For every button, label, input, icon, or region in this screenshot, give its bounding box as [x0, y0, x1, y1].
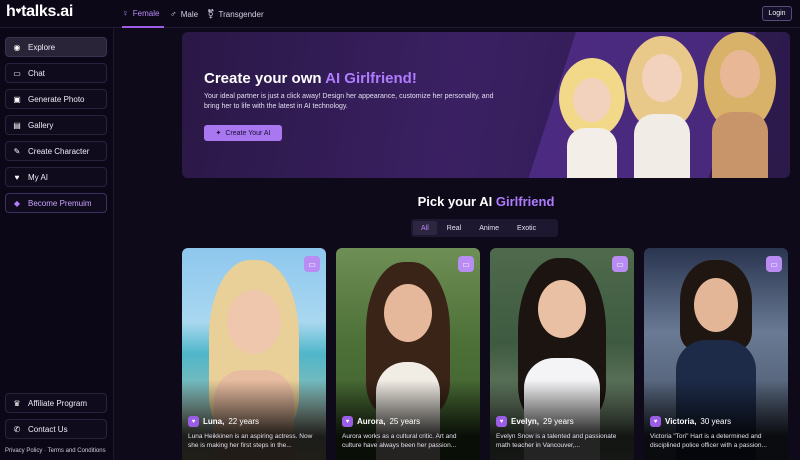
filter-anime[interactable]: Anime [471, 221, 507, 235]
sidebar-item-affiliate-program[interactable]: ♛ Affiliate Program [5, 393, 107, 413]
card-description: Evelyn Snow is a talented and passionate… [496, 433, 617, 449]
card-name-row: ♥ Aurora, 25 years [342, 416, 420, 427]
tab-male[interactable]: ♂ Male [170, 0, 198, 28]
sidebar-item-my-ai[interactable]: ♥ My AI [5, 167, 107, 187]
create-your-ai-button[interactable]: ✦ Create Your AI [204, 125, 282, 141]
edit-icon: ✎ [13, 146, 21, 156]
sidebar-item-explore[interactable]: ◉ Explore [5, 37, 107, 57]
sidebar-item-chat[interactable]: ▭ Chat [5, 63, 107, 83]
sidebar-item-contact-us[interactable]: ✆ Contact Us [5, 419, 107, 439]
character-card-victoria[interactable]: ▭ ♥ Victoria, 30 years Victoria "Tori" Ha… [644, 248, 788, 460]
chat-icon[interactable]: ▭ [766, 256, 782, 272]
badge-icon: ♥ [188, 416, 199, 427]
top-bar: h♥talks.ai ♀ Female ♂ Male ⚧ Transgender… [0, 0, 800, 28]
badge-icon: ♥ [650, 416, 661, 427]
card-name-row: ♥ Luna, 22 years [188, 416, 259, 427]
transgender-icon: ⚧ [207, 8, 215, 19]
diamond-icon: ◆ [13, 198, 21, 208]
gallery-icon: ▤ [13, 120, 21, 130]
tab-female[interactable]: ♀ Female [122, 0, 164, 28]
login-button[interactable]: Login [762, 6, 792, 21]
badge-icon: ♥ [496, 416, 507, 427]
chat-icon[interactable]: ▭ [612, 256, 628, 272]
card-name-row: ♥ Evelyn, 29 years [496, 416, 574, 427]
trophy-icon: ♛ [13, 398, 21, 408]
sidebar-item-create-character[interactable]: ✎ Create Character [5, 141, 107, 161]
hero-description: Your ideal partner is just a click away!… [204, 93, 494, 110]
brand-logo[interactable]: h♥talks.ai [6, 3, 73, 21]
footer-links[interactable]: Privacy Policy · Terms and Conditions [5, 448, 106, 454]
hero-figure-right [700, 32, 780, 178]
chat-icon[interactable]: ▭ [304, 256, 320, 272]
hero-figure-anime [557, 58, 627, 178]
chat-icon[interactable]: ▭ [458, 256, 474, 272]
sidebar: ◉ Explore ▭ Chat ▣ Generate Photo ▤ Gall… [0, 28, 114, 460]
filter-tabs: All Real Anime Exotic [411, 219, 558, 237]
card-description: Aurora works as a cultural critic. Art a… [342, 433, 457, 449]
hero-banner: Create your own AI Girlfriend! Your idea… [182, 32, 790, 178]
card-description: Victoria "Tori" Hart is a determined and… [650, 433, 767, 449]
heart-icon: ♥ [14, 172, 20, 182]
character-card-aurora[interactable]: ▭ ♥ Aurora, 25 years Aurora works as a cu… [336, 248, 480, 460]
sidebar-item-become-premium[interactable]: ◆ Become Premuim [5, 193, 107, 213]
filter-real[interactable]: Real [439, 221, 469, 235]
card-description: Luna Heikkinen is an aspiring actress. N… [188, 433, 313, 449]
compass-icon: ◉ [13, 42, 21, 52]
male-icon: ♂ [170, 9, 177, 19]
badge-icon: ♥ [342, 416, 353, 427]
phone-icon: ✆ [13, 424, 21, 434]
photo-icon: ▣ [13, 94, 21, 104]
female-icon: ♀ [122, 8, 129, 18]
filter-all[interactable]: All [413, 221, 437, 235]
sidebar-item-generate-photo[interactable]: ▣ Generate Photo [5, 89, 107, 109]
heart-icon: ♥ [15, 6, 22, 17]
sparkle-icon: ✦ [215, 130, 222, 137]
character-card-evelyn[interactable]: ▭ ♥ Evelyn, 29 years Evelyn Snow is a tal… [490, 248, 634, 460]
character-card-luna[interactable]: ▭ ♥ Luna, 22 years Luna Heikkinen is an a… [182, 248, 326, 460]
filter-exotic[interactable]: Exotic [509, 221, 544, 235]
hero-figure-center [622, 36, 702, 178]
sidebar-item-gallery[interactable]: ▤ Gallery [5, 115, 107, 135]
hero-title: Create your own AI Girlfriend! [204, 70, 417, 87]
chat-icon: ▭ [13, 68, 21, 78]
card-name-row: ♥ Victoria, 30 years [650, 416, 731, 427]
pick-title: Pick your AI Girlfriend [417, 194, 555, 209]
tab-transgender[interactable]: ⚧ Transgender [207, 0, 264, 28]
